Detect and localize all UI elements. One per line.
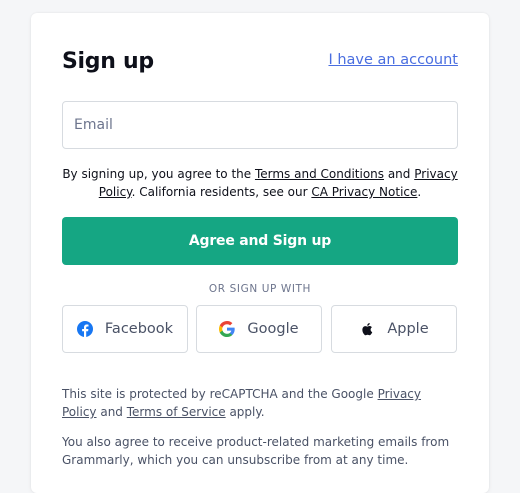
terms-and: and [384, 167, 415, 181]
recaptcha-suffix: apply. [225, 405, 265, 419]
google-icon [219, 321, 236, 337]
have-account-link[interactable]: I have an account [328, 52, 458, 68]
recaptcha-notice: This site is protected by reCAPTCHA and … [62, 385, 458, 421]
ca-privacy-notice-link[interactable]: CA Privacy Notice [311, 185, 417, 199]
marketing-notice: You also agree to receive product-relate… [62, 435, 450, 467]
signup-card: Sign up I have an account By signing up,… [31, 13, 489, 493]
terms-link[interactable]: Terms and Conditions [255, 167, 384, 181]
apple-signup-button[interactable]: Apple [331, 305, 457, 353]
apple-label: Apple [387, 321, 429, 337]
terms-prefix: By signing up, you agree to the [62, 167, 255, 181]
terms-of-service-link[interactable]: Terms of Service [127, 405, 226, 419]
page-title: Sign up [62, 49, 154, 74]
terms-text: By signing up, you agree to the Terms an… [62, 165, 458, 201]
agree-signup-button[interactable]: Agree and Sign up [62, 217, 458, 265]
facebook-icon [76, 321, 93, 337]
email-field-container [62, 101, 458, 149]
social-divider: OR SIGN UP WITH [208, 283, 312, 295]
recaptcha-prefix: This site is protected by reCAPTCHA and … [62, 387, 378, 401]
google-label: Google [247, 321, 299, 337]
terms-middle: . California residents, see our [131, 185, 312, 199]
facebook-label: Facebook [104, 321, 174, 337]
apple-icon [359, 321, 375, 337]
terms-suffix: . [417, 185, 422, 199]
recaptcha-middle: and [96, 405, 127, 419]
google-signup-button[interactable]: Google [196, 305, 322, 353]
facebook-signup-button[interactable]: Facebook [62, 305, 188, 353]
email-field[interactable] [63, 102, 457, 148]
